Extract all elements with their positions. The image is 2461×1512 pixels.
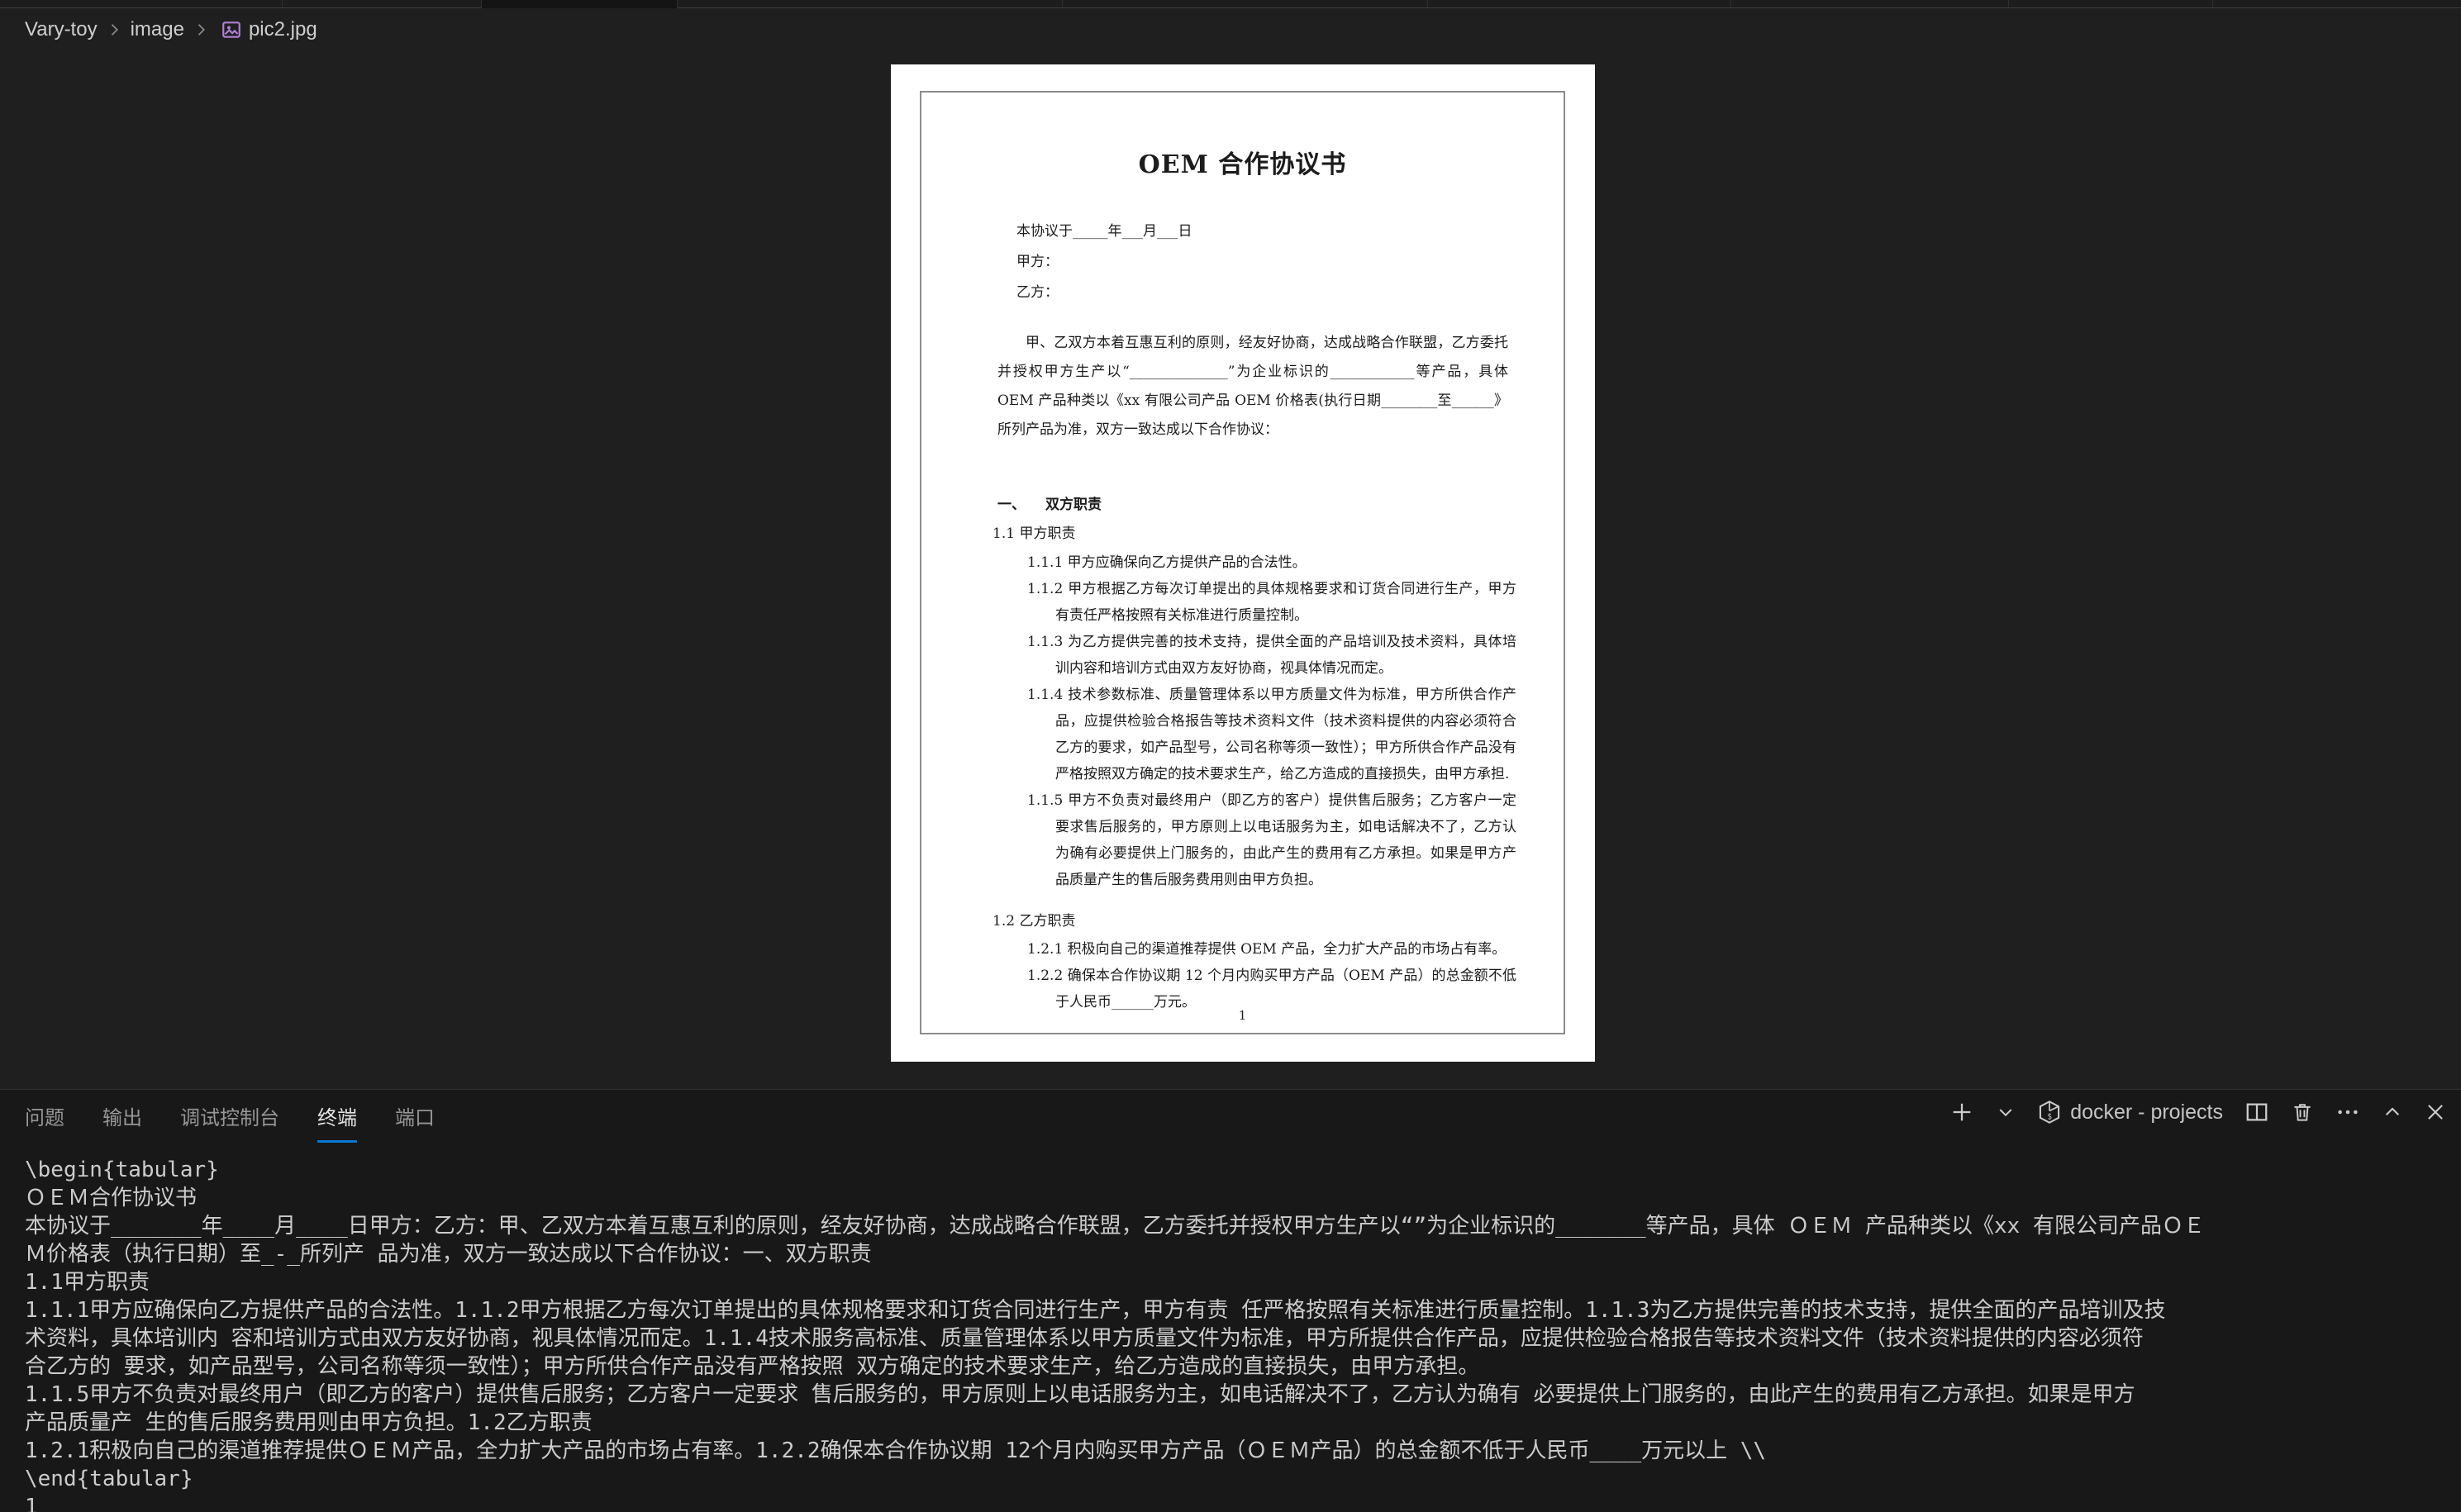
editor-area: OEM 合作协议书 本协议于_____年___月___日 甲方： 乙方： 甲、乙… bbox=[0, 51, 2461, 1089]
terminal-line: 1.2.1积极向自己的渠道推荐提供ＯＥＭ产品，全力扩大产品的市场占有率。1.2.… bbox=[25, 1437, 2461, 1465]
split-panel-icon bbox=[2244, 1100, 2269, 1124]
terminal-line: 术资料，具体培训内 容和培训方式由双方友好协商，视具体情况而定。1.1.4技术服… bbox=[25, 1324, 2461, 1353]
terminal-list-item[interactable]: $ docker - projects bbox=[2037, 1100, 2223, 1124]
document-title: OEM 合作协议书 bbox=[921, 144, 1564, 180]
editor-tab[interactable] bbox=[2213, 0, 2461, 8]
editor-tab[interactable] bbox=[1428, 0, 1731, 8]
terminal-line: Ｍ价格表（执行日期）至_-_所列产 品为准，双方一致达成以下合作协议：一、双方职… bbox=[25, 1240, 2461, 1268]
terminal-profile-dropdown[interactable] bbox=[1996, 1102, 2016, 1122]
tab-output[interactable]: 输出 bbox=[102, 1101, 142, 1143]
editor-tab[interactable] bbox=[2009, 0, 2213, 8]
document-subheading-1-2: 1.2 乙方职责 bbox=[992, 909, 1075, 930]
breadcrumb-file[interactable]: pic2.jpg bbox=[217, 18, 317, 41]
document-clause-list-2: 1.2.1 积极向自己的渠道推荐提供 OEM 产品，全力扩大产品的市场占有率。 … bbox=[1027, 936, 1516, 1015]
breadcrumb-file-label: pic2.jpg bbox=[249, 18, 317, 41]
ellipsis-icon bbox=[2335, 1100, 2360, 1124]
tab-debug-console[interactable]: 调试控制台 bbox=[180, 1101, 279, 1143]
terminal-line: 1.1甲方职责 bbox=[25, 1268, 2461, 1296]
plus-icon bbox=[1949, 1100, 1974, 1124]
container-icon: $ bbox=[2037, 1100, 2062, 1124]
maximize-panel-button[interactable] bbox=[2382, 1101, 2403, 1123]
new-terminal-button[interactable] bbox=[1949, 1100, 1974, 1124]
chevron-right-icon bbox=[106, 21, 122, 38]
editor-tab-strip bbox=[0, 0, 2461, 8]
terminal-line: \begin{tabular} bbox=[25, 1156, 2461, 1184]
terminal-output[interactable]: \begin{tabular} ＯＥＭ合作协议书 本协议于_______年___… bbox=[25, 1156, 2461, 1512]
terminal-line: ＯＥＭ合作协议书 bbox=[25, 1184, 2461, 1212]
terminal-line: 1.1.1甲方应确保向乙方提供产品的合法性。1.1.2甲方根据乙方每次订单提出的… bbox=[25, 1296, 2461, 1324]
split-terminal-button[interactable] bbox=[2244, 1100, 2269, 1124]
clause-1-1-3: 1.1.3 为乙方提供完善的技术支持，提供全面的产品培训及技术资料，具体培训内容… bbox=[1027, 629, 1516, 682]
kill-terminal-button[interactable] bbox=[2291, 1101, 2314, 1124]
editor-tab[interactable] bbox=[283, 0, 482, 8]
tab-terminal[interactable]: 终端 bbox=[317, 1101, 357, 1143]
tab-ports[interactable]: 端口 bbox=[395, 1101, 435, 1143]
editor-tab[interactable] bbox=[678, 0, 1063, 8]
document-preamble: 甲、乙双方本着互惠互利的原则，经友好协商，达成战略合作联盟，乙方委托并授权甲方生… bbox=[997, 329, 1508, 445]
intro-line-date: 本协议于_____年___月___日 bbox=[1016, 216, 1192, 247]
clause-1-1-2: 1.1.2 甲方根据乙方每次订单提出的具体规格要求和订货合同进行生产，甲方有责任… bbox=[1027, 576, 1516, 629]
terminal-line: 1 bbox=[25, 1493, 2461, 1512]
intro-line-party-a: 甲方： bbox=[1016, 247, 1192, 278]
editor-tab[interactable] bbox=[1063, 0, 1428, 8]
scanned-document-page: OEM 合作协议书 本协议于_____年___月___日 甲方： 乙方： 甲、乙… bbox=[920, 91, 1565, 1034]
close-panel-button[interactable] bbox=[2425, 1101, 2446, 1123]
breadcrumb-folder-vary-toy[interactable]: Vary-toy bbox=[25, 18, 98, 41]
editor-tab[interactable] bbox=[1731, 0, 2009, 8]
terminal-line: 1.1.5甲方不负责对最终用户（即乙方的客户）提供售后服务；乙方客户一定要求 售… bbox=[25, 1381, 2461, 1409]
terminal-line: \end{tabular} bbox=[25, 1465, 2461, 1493]
panel-header: 问题 输出 调试控制台 终端 端口 bbox=[0, 1090, 2461, 1138]
image-preview[interactable]: OEM 合作协议书 本协议于_____年___月___日 甲方： 乙方： 甲、乙… bbox=[891, 64, 1595, 1062]
document-subheading-1-1: 1.1 甲方职责 bbox=[992, 521, 1075, 542]
close-icon bbox=[2425, 1101, 2446, 1123]
chevron-up-icon bbox=[2382, 1101, 2403, 1123]
terminal-line: 本协议于_______年____月____日甲方：乙方：甲、乙双方本着互惠互利的… bbox=[25, 1212, 2461, 1240]
clause-1-1-1: 1.1.1 甲方应确保向乙方提供产品的合法性。 bbox=[1027, 549, 1516, 576]
terminal-name-label: docker - projects bbox=[2070, 1101, 2223, 1124]
trash-icon bbox=[2291, 1101, 2314, 1124]
more-actions-button[interactable] bbox=[2335, 1100, 2360, 1124]
breadcrumb-folder-image[interactable]: image bbox=[131, 18, 184, 41]
clause-1-1-4: 1.1.4 技术参数标准、质量管理体系以甲方质量文件为标准，甲方所供合作产品，应… bbox=[1027, 682, 1516, 787]
panel-actions: $ docker - projects bbox=[1949, 1090, 2446, 1124]
intro-line-party-b: 乙方： bbox=[1016, 278, 1192, 308]
clause-1-1-5: 1.1.5 甲方不负责对最终用户（即乙方的客户）提供售后服务；乙方客户一定要求售… bbox=[1027, 787, 1516, 893]
chevron-down-icon bbox=[1996, 1102, 2016, 1122]
editor-tab-active[interactable] bbox=[482, 0, 678, 8]
editor-tab[interactable] bbox=[0, 0, 283, 8]
document-page-number: 1 bbox=[921, 1008, 1564, 1023]
svg-text:$: $ bbox=[2048, 1112, 2053, 1121]
tab-problems[interactable]: 问题 bbox=[25, 1101, 64, 1143]
chevron-right-icon bbox=[193, 21, 209, 38]
image-icon bbox=[221, 19, 242, 40]
document-clause-list-1: 1.1.1 甲方应确保向乙方提供产品的合法性。 1.1.2 甲方根据乙方每次订单… bbox=[1027, 549, 1516, 893]
document-section-heading: 一、双方职责 bbox=[997, 492, 1102, 513]
clause-1-2-1: 1.2.1 积极向自己的渠道推荐提供 OEM 产品，全力扩大产品的市场占有率。 bbox=[1027, 936, 1516, 963]
breadcrumb: Vary-toy image pic2.jpg bbox=[0, 8, 2461, 51]
document-intro: 本协议于_____年___月___日 甲方： 乙方： bbox=[1016, 216, 1192, 308]
terminal-line: 产品质量产 生的售后服务费用则由甲方负担。1.2乙方职责 bbox=[25, 1409, 2461, 1437]
bottom-panel: 问题 输出 调试控制台 终端 端口 bbox=[0, 1089, 2461, 1512]
terminal-line: 合乙方的 要求，如产品型号，公司名称等须一致性）；甲方所供合作产品没有严格按照 … bbox=[25, 1353, 2461, 1381]
panel-tabs: 问题 输出 调试控制台 终端 端口 bbox=[25, 1090, 435, 1143]
